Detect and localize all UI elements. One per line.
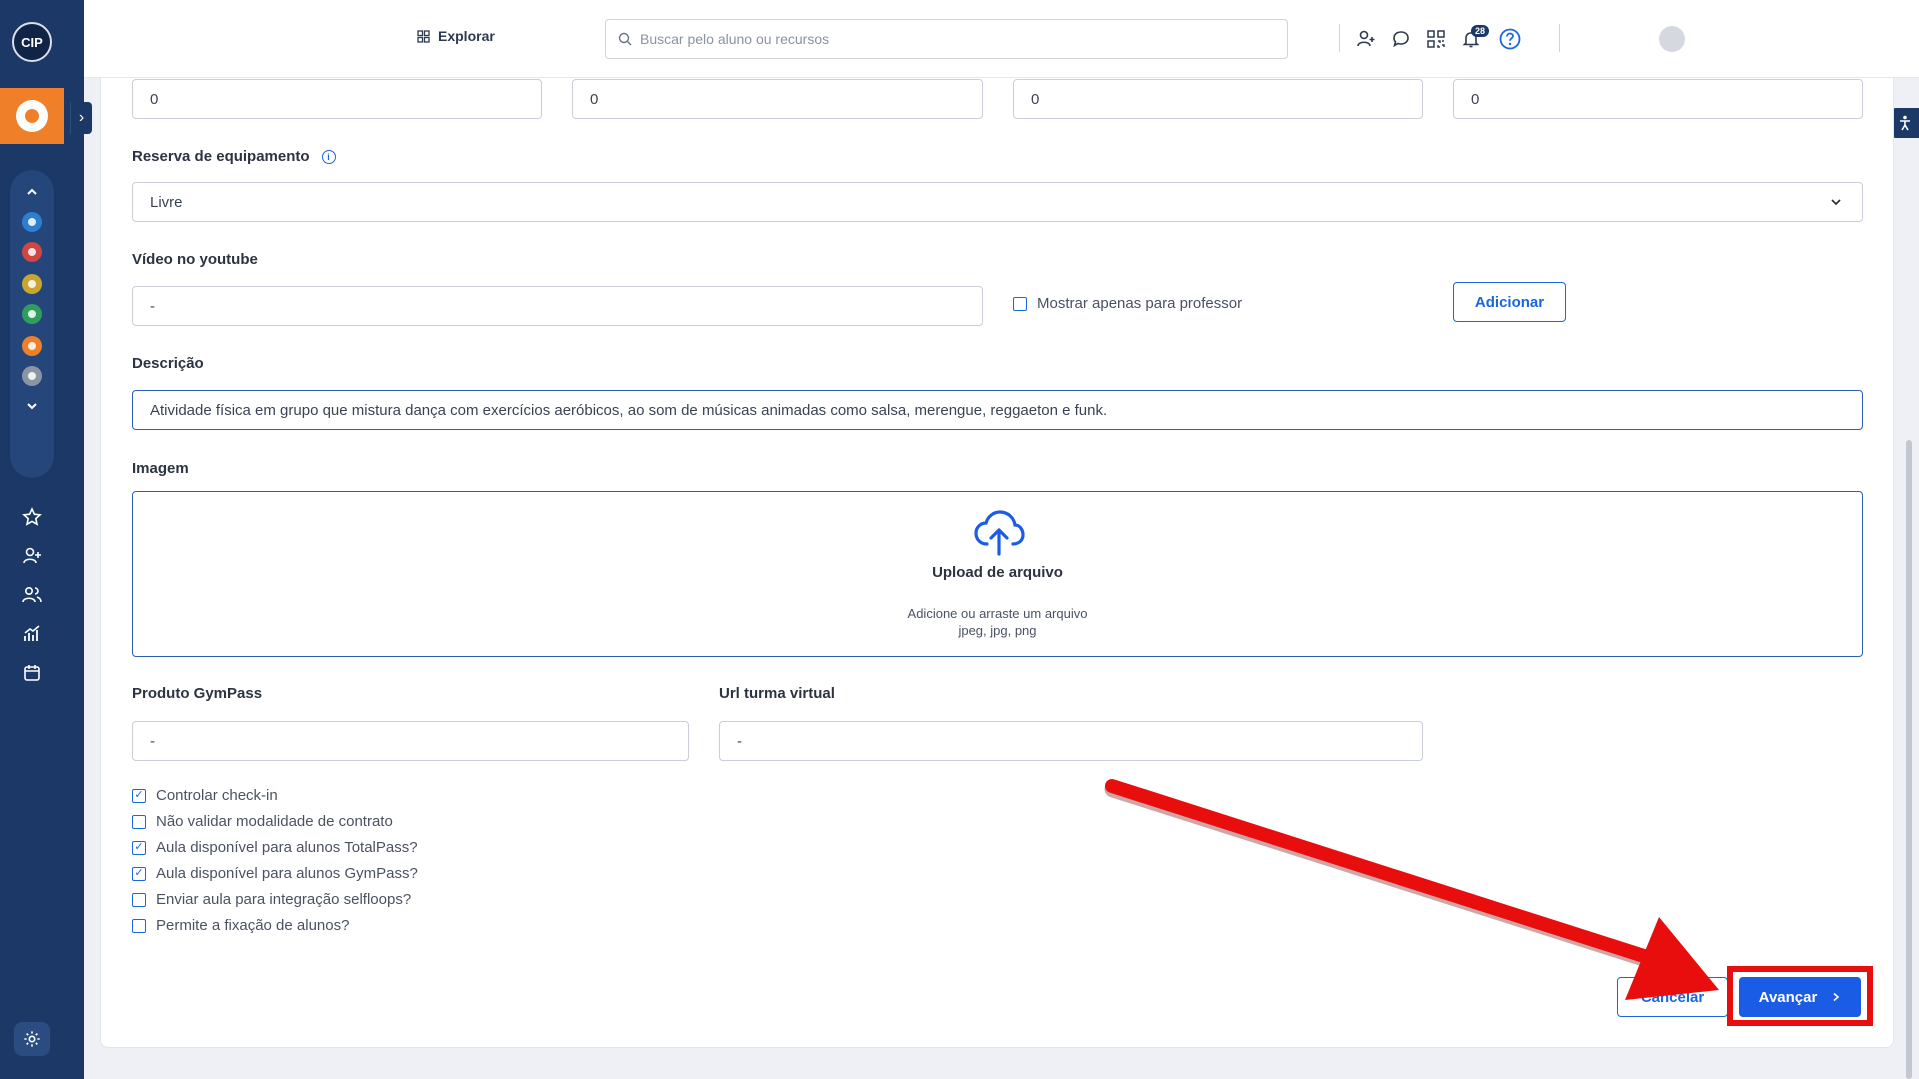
option-label: Permite a fixação de alunos?: [156, 917, 350, 934]
module-green-icon[interactable]: [22, 304, 42, 324]
module-orange-icon[interactable]: [22, 336, 42, 356]
module-yellow-icon[interactable]: [22, 274, 42, 294]
explore-link[interactable]: Explorar: [417, 28, 495, 44]
header-divider: [1559, 24, 1560, 52]
module-icon: [16, 100, 48, 132]
scrollbar-thumb[interactable]: [1906, 440, 1912, 1079]
description-label: Descrição: [132, 355, 204, 372]
option-label: Controlar check-in: [156, 787, 278, 804]
number-field-1[interactable]: 0: [132, 79, 542, 119]
option-checkbox[interactable]: ✓ Aula disponível para alunos TotalPass?: [132, 839, 418, 856]
module-blue-icon[interactable]: [22, 212, 42, 232]
chart-icon[interactable]: [20, 622, 44, 646]
description-input[interactable]: Atividade física em grupo que mistura da…: [132, 390, 1863, 430]
option-checkbox[interactable]: Permite a fixação de alunos?: [132, 917, 349, 934]
help-icon[interactable]: [1498, 27, 1522, 51]
upload-formats: jpeg, jpg, png: [958, 623, 1037, 638]
gear-icon: [24, 1031, 40, 1047]
gympass-input[interactable]: -: [132, 721, 689, 761]
checkbox-box[interactable]: [1013, 296, 1027, 311]
checkbox-box[interactable]: ✓: [132, 788, 146, 803]
youtube-label: Vídeo no youtube: [132, 251, 258, 268]
bell-icon[interactable]: 28: [1459, 25, 1490, 51]
star-icon[interactable]: [20, 505, 44, 529]
number-field-4[interactable]: 0: [1453, 79, 1863, 119]
left-rail: CIP ›: [0, 0, 92, 1079]
active-module-button[interactable]: [0, 88, 64, 144]
add-person-icon[interactable]: [20, 544, 44, 568]
option-checkbox[interactable]: Não validar modalidade de contrato: [132, 813, 393, 830]
cloud-upload-icon: [974, 510, 1025, 556]
option-label: Não validar modalidade de contrato: [156, 813, 393, 830]
form-card: 0 0 0 0 Reserva de equipamento i Livre V…: [100, 78, 1894, 1048]
info-icon[interactable]: i: [321, 149, 336, 164]
people-icon[interactable]: [20, 583, 44, 607]
accessibility-widget[interactable]: [1890, 108, 1919, 138]
search-input[interactable]: Buscar pelo aluno ou recursos: [605, 19, 1288, 59]
cancel-button[interactable]: Cancelar: [1617, 977, 1728, 1017]
equipment-label-text: Reserva de equipamento: [132, 148, 310, 165]
checkbox-box[interactable]: ✓: [132, 866, 146, 881]
option-checkbox[interactable]: Enviar aula para integração selfloops?: [132, 891, 411, 908]
gympass-label: Produto GymPass: [132, 685, 263, 702]
option-label: Enviar aula para integração selfloops?: [156, 891, 412, 908]
avatar[interactable]: [1659, 26, 1685, 52]
module-switcher: [10, 170, 54, 478]
header-divider: [1339, 24, 1340, 52]
equipment-select-value: Livre: [150, 193, 183, 211]
number-field-3[interactable]: 0: [1013, 79, 1423, 119]
explore-label: Explorar: [438, 28, 495, 44]
module-gray-icon[interactable]: [22, 366, 42, 386]
module-red-icon[interactable]: [22, 242, 42, 262]
upload-hint-text: Adicione ou arraste um arquivo: [907, 606, 1088, 621]
upload-title: Upload de arquivo: [932, 564, 1063, 581]
option-label: Aula disponível para alunos TotalPass?: [156, 839, 418, 856]
teacher-only-checkbox[interactable]: Mostrar apenas para professor: [1013, 295, 1242, 312]
equipment-label: Reserva de equipamento i: [132, 148, 336, 165]
virtual-url-label: Url turma virtual: [719, 685, 835, 702]
accessibility-icon: [1899, 115, 1910, 131]
grid-icon: [417, 29, 430, 43]
option-checkbox[interactable]: ✓ Controlar check-in: [132, 787, 278, 804]
checkbox-box[interactable]: [132, 918, 146, 933]
add-student-icon[interactable]: [1354, 27, 1378, 51]
notification-badge: 28: [1471, 25, 1490, 37]
search-icon: [618, 32, 632, 46]
chevron-down-icon[interactable]: [22, 396, 42, 416]
youtube-input[interactable]: -: [132, 286, 983, 326]
expand-sidebar-button[interactable]: ›: [70, 102, 92, 134]
teacher-only-label: Mostrar apenas para professor: [1037, 295, 1243, 312]
settings-button[interactable]: [14, 1022, 50, 1056]
calendar-icon[interactable]: [20, 661, 44, 685]
add-video-button[interactable]: Adicionar: [1453, 282, 1566, 322]
checkbox-box[interactable]: [132, 892, 146, 907]
chat-icon[interactable]: [1389, 27, 1413, 51]
option-checkbox[interactable]: ✓ Aula disponível para alunos GymPass?: [132, 865, 418, 882]
chevron-down-icon: [1831, 199, 1841, 206]
chevron-up-icon[interactable]: [22, 182, 42, 202]
virtual-url-input[interactable]: -: [719, 721, 1423, 761]
app-logo[interactable]: CIP: [12, 22, 52, 62]
image-label: Imagem: [132, 460, 189, 477]
number-field-2[interactable]: 0: [572, 79, 983, 119]
annotation-highlight-box: [1727, 966, 1873, 1026]
checkbox-box[interactable]: ✓: [132, 840, 146, 855]
checkbox-box[interactable]: [132, 814, 146, 829]
qr-code-icon[interactable]: [1424, 27, 1448, 51]
upload-hint: Adicione ou arraste um arquivo jpeg, jpg…: [133, 605, 1862, 639]
top-header: Explorar Buscar pelo aluno ou recursos 2…: [84, 0, 1919, 78]
search-placeholder: Buscar pelo aluno ou recursos: [640, 31, 830, 47]
option-label: Aula disponível para alunos GymPass?: [156, 865, 418, 882]
image-upload-dropzone[interactable]: Upload de arquivo Adicione ou arraste um…: [132, 491, 1863, 657]
equipment-select[interactable]: Livre: [132, 182, 1863, 222]
